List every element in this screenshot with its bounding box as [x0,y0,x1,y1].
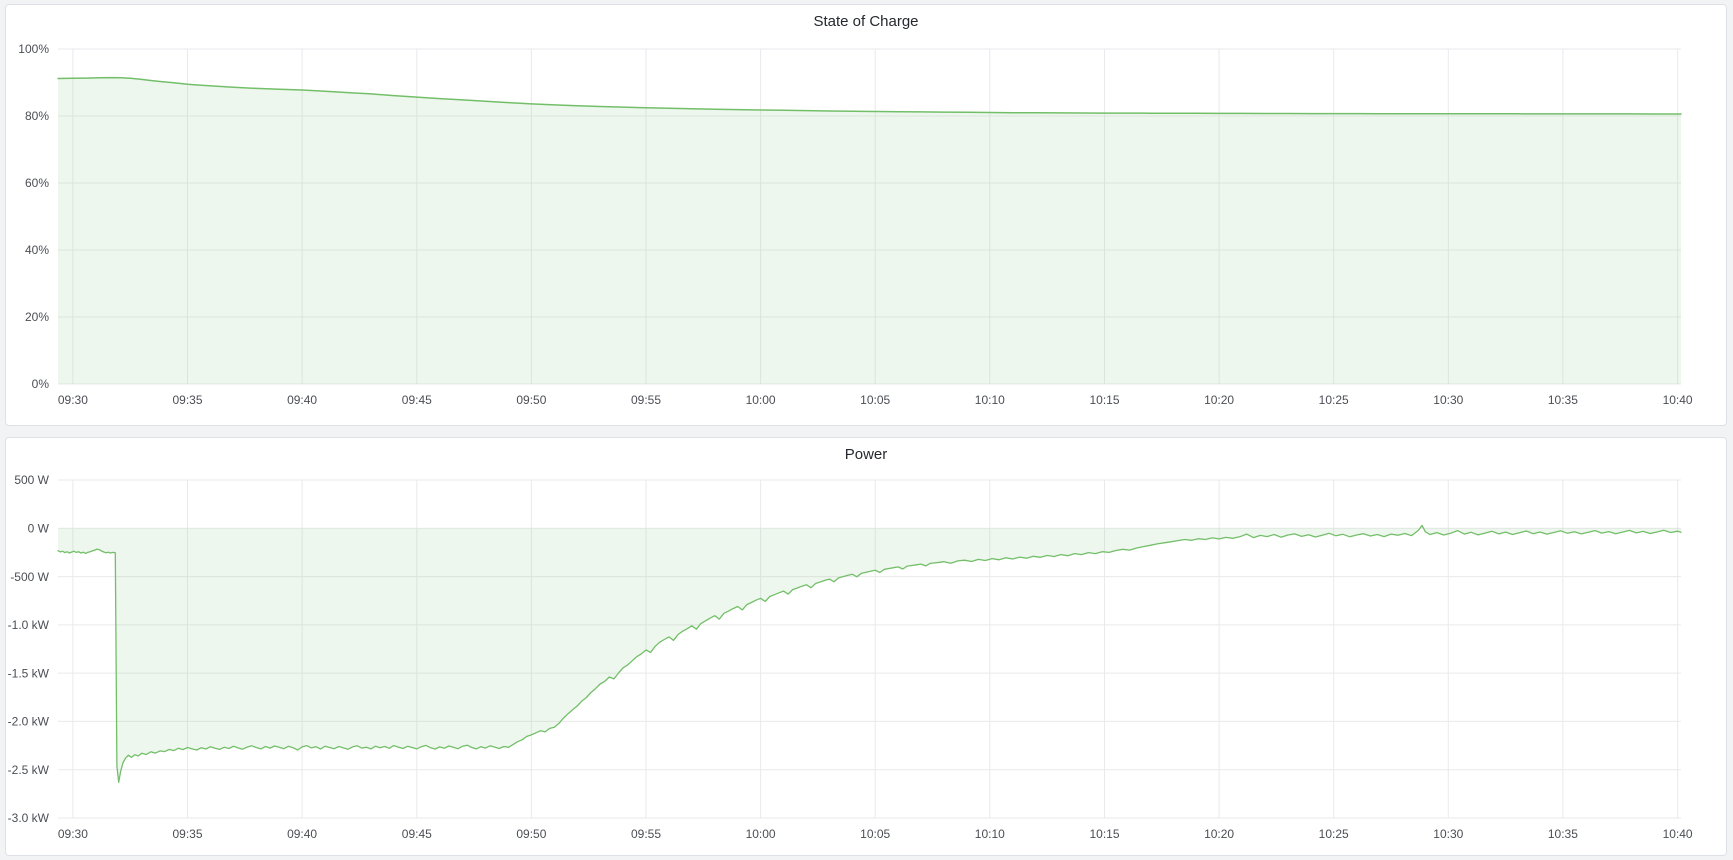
x-tick-label: 09:30 [58,393,88,407]
y-tick-label: -2.5 kW [8,763,50,777]
panel-state-of-charge: State of Charge 0%20%40%60%80%100%09:300… [5,4,1727,426]
panel-title-state-of-charge[interactable]: State of Charge [6,5,1726,37]
x-tick-label: 10:20 [1204,393,1234,407]
y-tick-label: -1.0 kW [8,618,50,632]
x-tick-label: 09:50 [516,827,546,841]
x-tick-label: 10:05 [860,827,890,841]
x-tick-label: 10:40 [1663,393,1693,407]
x-tick-label: 09:55 [631,827,661,841]
y-tick-label: 60% [25,176,49,190]
x-tick-label: 09:40 [287,827,317,841]
x-tick-label: 09:40 [287,393,317,407]
y-tick-label: 20% [25,310,49,324]
x-tick-label: 10:00 [746,827,776,841]
series-area [58,78,1681,384]
x-tick-label: 10:20 [1204,827,1234,841]
y-tick-label: 0% [32,377,50,391]
x-tick-label: 10:30 [1433,393,1463,407]
power-chart-svg: 500 W 0 W -500 W -1.0 kW -1.5 kW -2.0 kW -2.5 … [6,472,1726,855]
x-tick-label: 10:15 [1089,393,1119,407]
x-tick-label: 10:30 [1433,827,1463,841]
x-tick-label: 09:45 [402,827,432,841]
y-tick-label: 0 W [28,522,50,536]
x-tick-label: 09:30 [58,827,88,841]
x-tick-label: 10:00 [746,393,776,407]
panel-title-power[interactable]: Power [6,438,1726,470]
x-tick-label: 10:15 [1089,827,1119,841]
panel-power: Power 500 W 0 W -500 W -1.0 kW -1.5 kW -2.0 k… [5,437,1727,856]
x-tick-label: 10:10 [975,827,1005,841]
y-tick-label: 40% [25,243,49,257]
x-tick-label: 10:35 [1548,827,1578,841]
x-tick-label: 09:50 [516,393,546,407]
y-tick-label: -3.0 kW [8,811,50,825]
x-tick-label: 10:25 [1319,827,1349,841]
power-plot-area[interactable]: 500 W 0 W -500 W -1.0 kW -1.5 kW -2.0 kW -2.5 … [6,472,1726,855]
y-tick-label: -1.5 kW [8,666,50,680]
x-tick-label: 10:40 [1663,827,1693,841]
y-tick-label: -2.0 kW [8,715,50,729]
x-tick-label: 09:55 [631,393,661,407]
y-tick-label: 500 W [14,473,49,487]
y-tick-label: -500 W [10,570,49,584]
state-of-charge-plot-area[interactable]: 0% 20% 40% 60% 80% 100% 09:30 09:35 09:40 09:45 09… [6,35,1726,425]
y-tick-label: 80% [25,109,49,123]
series-area [58,525,1681,782]
x-tick-label: 09:45 [402,393,432,407]
x-tick-label: 10:25 [1319,393,1349,407]
state-of-charge-chart-svg: 0% 20% 40% 60% 80% 100% 09:30 09:35 09:40 09:45 09… [6,35,1726,425]
x-tick-label: 09:35 [172,393,202,407]
x-tick-label: 10:35 [1548,393,1578,407]
x-tick-label: 10:05 [860,393,890,407]
x-tick-label: 10:10 [975,393,1005,407]
x-tick-label: 09:35 [172,827,202,841]
y-tick-label: 100% [18,42,49,56]
